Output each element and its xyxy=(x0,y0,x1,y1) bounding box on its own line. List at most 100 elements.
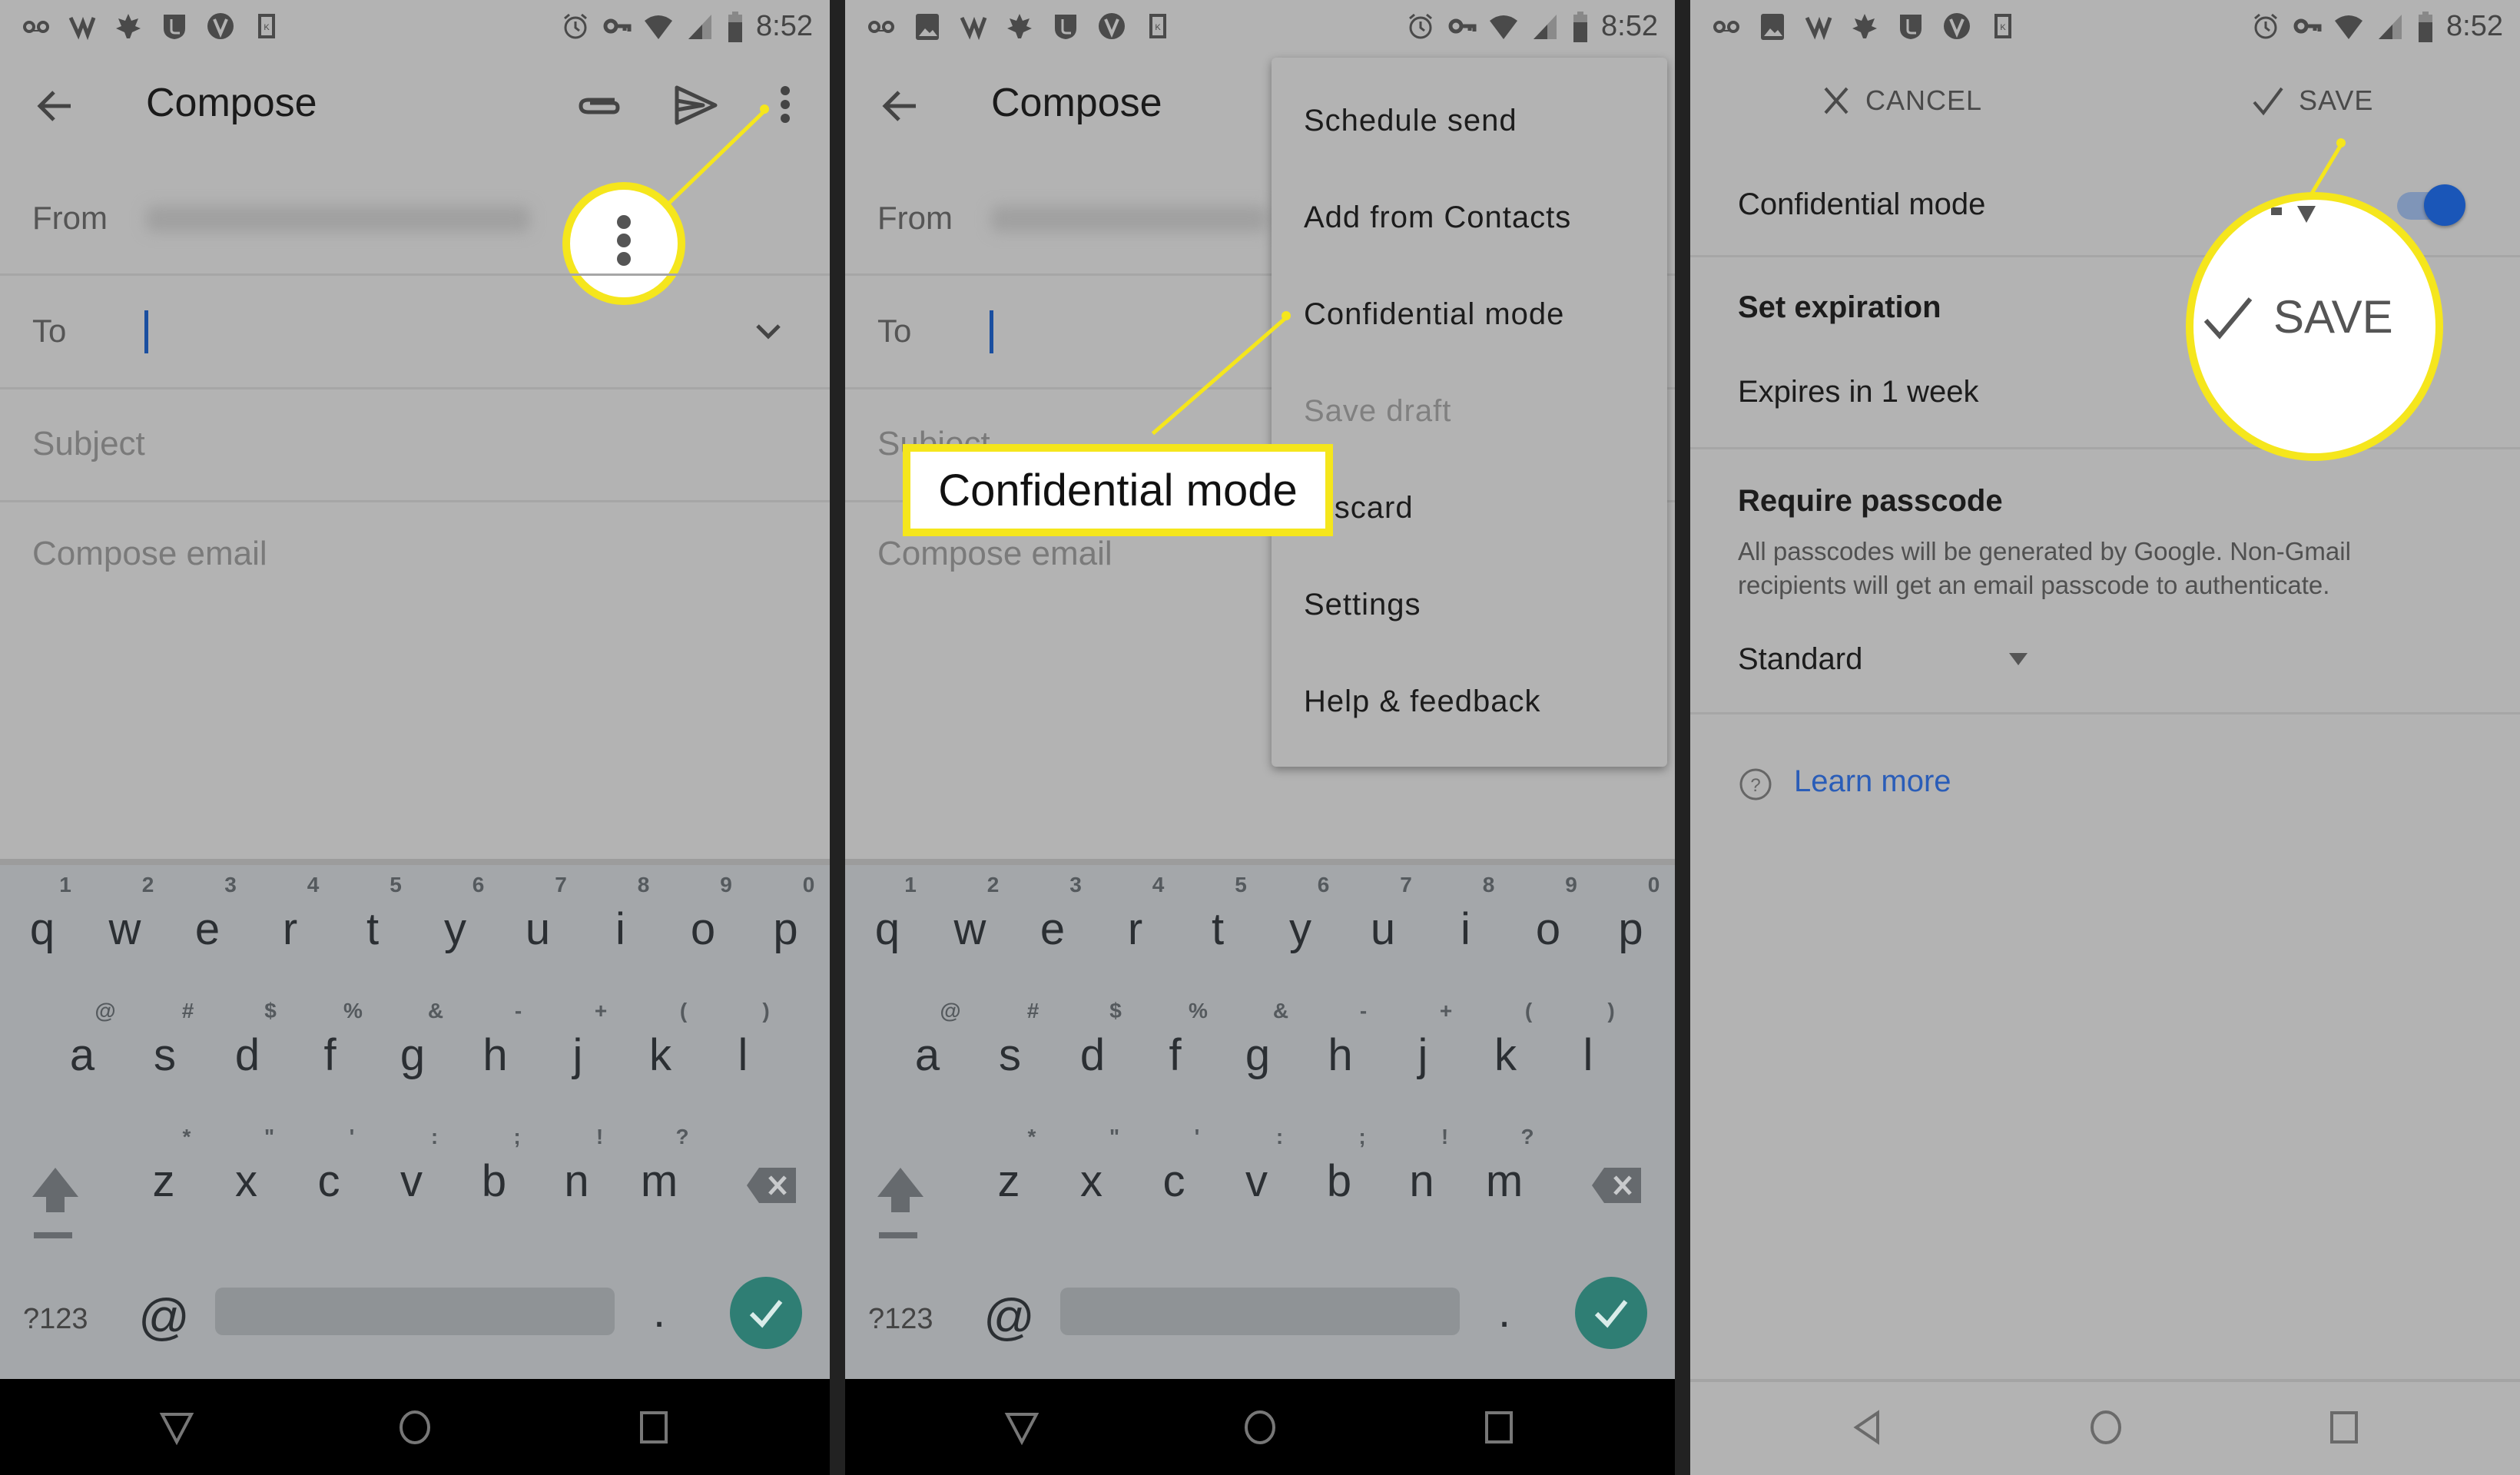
key-m[interactable]: m xyxy=(1474,1155,1535,1207)
key-k[interactable]: k xyxy=(630,1029,691,1081)
key-q[interactable]: q xyxy=(857,903,918,955)
key-t[interactable]: t xyxy=(342,903,403,955)
more-options-button[interactable] xyxy=(768,81,802,129)
key-h[interactable]: h xyxy=(1310,1029,1371,1081)
nav-home-button[interactable] xyxy=(2087,1408,2125,1447)
key-d[interactable]: d xyxy=(1062,1029,1123,1081)
key-f[interactable]: f xyxy=(1145,1029,1206,1081)
key-f[interactable]: f xyxy=(300,1029,361,1081)
attach-button[interactable] xyxy=(576,81,624,129)
back-button[interactable] xyxy=(879,85,922,128)
key-u[interactable]: u xyxy=(1352,903,1414,955)
at-key[interactable]: @ xyxy=(983,1288,1035,1346)
key-l[interactable]: l xyxy=(1557,1029,1619,1081)
key-e[interactable]: e xyxy=(177,903,238,955)
cancel-button[interactable]: CANCEL xyxy=(1821,85,1982,117)
key-n[interactable]: n xyxy=(1391,1155,1453,1207)
key-s[interactable]: s xyxy=(134,1029,196,1081)
toggle-thumb[interactable] xyxy=(2424,184,2465,226)
menu-item-confidential-mode[interactable]: Confidential mode xyxy=(1304,297,1564,332)
save-button[interactable]: SAVE xyxy=(2251,85,2373,117)
nav-back-button[interactable] xyxy=(158,1408,196,1447)
backspace-key[interactable] xyxy=(1590,1166,1644,1208)
key-d[interactable]: d xyxy=(217,1029,278,1081)
key-b[interactable]: b xyxy=(463,1155,525,1207)
nav-back-button[interactable] xyxy=(1003,1408,1041,1447)
enter-key[interactable] xyxy=(730,1277,802,1349)
key-g[interactable]: g xyxy=(1227,1029,1288,1081)
key-k[interactable]: k xyxy=(1475,1029,1537,1081)
key-p[interactable]: p xyxy=(1600,903,1662,955)
key-j[interactable]: j xyxy=(547,1029,608,1081)
key-y[interactable]: y xyxy=(425,903,486,955)
key-u[interactable]: u xyxy=(507,903,569,955)
menu-item-schedule-send[interactable]: Schedule send xyxy=(1304,104,1517,138)
body-input[interactable]: Compose email xyxy=(32,535,267,573)
symbols-key[interactable]: ?123 xyxy=(868,1303,933,1336)
learn-more-link[interactable]: Learn more xyxy=(1794,764,1951,799)
key-q[interactable]: q xyxy=(12,903,73,955)
period-key[interactable]: . xyxy=(1498,1286,1510,1337)
key-i[interactable]: i xyxy=(1435,903,1497,955)
key-x[interactable]: x xyxy=(216,1155,277,1207)
from-address-redacted[interactable] xyxy=(146,206,530,232)
key-e[interactable]: e xyxy=(1022,903,1083,955)
menu-item-add-from-contacts[interactable]: Add from Contacts xyxy=(1304,201,1571,235)
nav-recents-button[interactable] xyxy=(2325,1408,2363,1447)
passcode-option-select[interactable]: Standard xyxy=(1738,642,1862,677)
key-v[interactable]: v xyxy=(1226,1155,1288,1207)
expiration-select[interactable]: Expires in 1 week xyxy=(1738,375,1978,409)
key-v[interactable]: v xyxy=(381,1155,443,1207)
key-z[interactable]: z xyxy=(133,1155,194,1207)
key-m[interactable]: m xyxy=(628,1155,690,1207)
menu-item-help-feedback[interactable]: Help & feedback xyxy=(1304,684,1541,719)
space-key[interactable] xyxy=(1060,1288,1460,1335)
shift-key[interactable] xyxy=(31,1165,80,1253)
key-x[interactable]: x xyxy=(1061,1155,1122,1207)
key-l[interactable]: l xyxy=(712,1029,774,1081)
subject-input[interactable]: Subject xyxy=(32,425,145,463)
key-j[interactable]: j xyxy=(1392,1029,1454,1081)
key-w[interactable]: w xyxy=(94,903,156,955)
send-button[interactable] xyxy=(672,81,720,129)
menu-item-settings[interactable]: Settings xyxy=(1304,588,1421,622)
enter-key[interactable] xyxy=(1575,1277,1647,1349)
expand-recipients-button[interactable] xyxy=(753,317,784,351)
key-c[interactable]: c xyxy=(298,1155,360,1207)
key-g[interactable]: g xyxy=(382,1029,443,1081)
shift-key[interactable] xyxy=(876,1165,925,1253)
back-button[interactable] xyxy=(34,85,77,128)
key-a[interactable]: a xyxy=(51,1029,113,1081)
to-input-cursor[interactable] xyxy=(990,310,993,353)
body-input[interactable]: Compose email xyxy=(877,535,1112,573)
backspace-key[interactable] xyxy=(745,1166,799,1208)
key-t[interactable]: t xyxy=(1187,903,1248,955)
nav-back-button[interactable] xyxy=(1850,1408,1888,1447)
key-i[interactable]: i xyxy=(590,903,652,955)
symbols-key[interactable]: ?123 xyxy=(23,1303,88,1336)
nav-recents-button[interactable] xyxy=(635,1408,673,1447)
to-input-cursor[interactable] xyxy=(144,310,148,353)
key-p[interactable]: p xyxy=(755,903,817,955)
key-z[interactable]: z xyxy=(978,1155,1040,1207)
key-r[interactable]: r xyxy=(260,903,321,955)
key-a[interactable]: a xyxy=(897,1029,958,1081)
nav-home-button[interactable] xyxy=(396,1408,434,1447)
nav-recents-button[interactable] xyxy=(1480,1408,1518,1447)
key-o[interactable]: o xyxy=(672,903,734,955)
from-address-redacted[interactable] xyxy=(991,206,1268,232)
key-n[interactable]: n xyxy=(546,1155,608,1207)
key-s[interactable]: s xyxy=(980,1029,1041,1081)
key-b[interactable]: b xyxy=(1308,1155,1370,1207)
key-y[interactable]: y xyxy=(1270,903,1331,955)
key-o[interactable]: o xyxy=(1517,903,1579,955)
period-key[interactable]: . xyxy=(653,1286,665,1337)
key-r[interactable]: r xyxy=(1105,903,1166,955)
nav-home-button[interactable] xyxy=(1241,1408,1279,1447)
at-key[interactable]: @ xyxy=(138,1288,190,1346)
key-c[interactable]: c xyxy=(1143,1155,1205,1207)
space-key[interactable] xyxy=(215,1288,615,1335)
dropdown-arrow-icon[interactable] xyxy=(2007,650,2030,672)
key-h[interactable]: h xyxy=(465,1029,526,1081)
key-w[interactable]: w xyxy=(940,903,1001,955)
